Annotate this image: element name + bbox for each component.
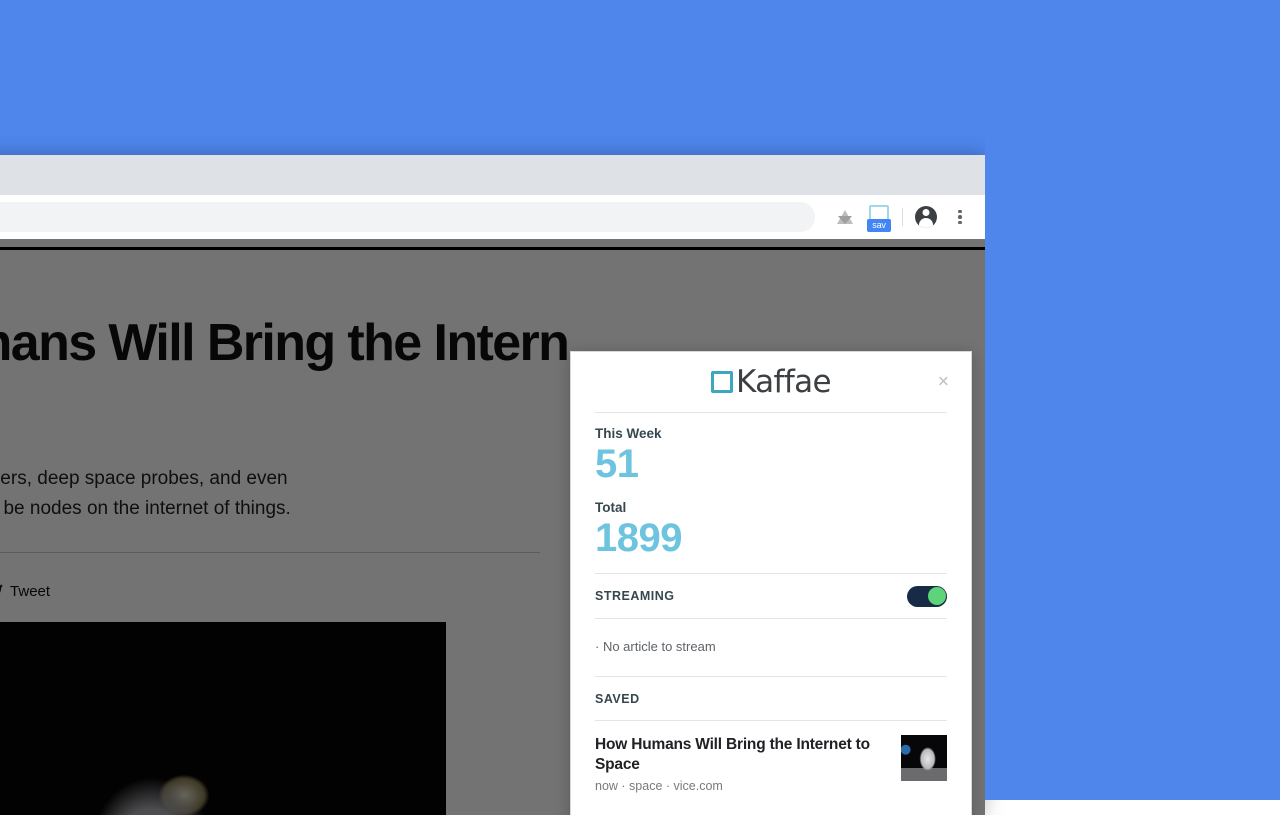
kaffae-extension-icon: sav	[866, 204, 892, 230]
dek-line-1: orbiters, rovers, deep space probes, and…	[0, 468, 288, 489]
article-dek: orbiters, rovers, deep space probes, and…	[0, 436, 540, 524]
toolbar-divider	[902, 208, 903, 226]
browser-tab-strip	[0, 155, 985, 195]
twitter-tweet-label: Tweet	[10, 583, 50, 600]
popup-header: Kaffae ×	[571, 352, 971, 412]
article-headline: Humans Will Bring the Interne	[0, 292, 620, 436]
toolbar-actions: sav	[828, 195, 977, 239]
saved-item-meta: now · space · vice.com	[595, 775, 887, 793]
saved-item-text: How Humans Will Bring the Internet to Sp…	[595, 735, 887, 793]
kaffae-logo-text: Kaffae	[736, 364, 831, 400]
streaming-row: STREAMING	[595, 574, 947, 618]
total-label: Total	[595, 487, 947, 515]
page-viewport: ARD Humans Will Bring the Interne orbite…	[0, 239, 985, 815]
saved-item-title: How Humans Will Bring the Internet to Sp…	[595, 735, 887, 775]
stats-block: This Week 51 Total 1899	[595, 413, 947, 573]
saved-section-label: SAVED	[595, 677, 947, 720]
browser-menu-button[interactable]	[943, 200, 977, 234]
list-item[interactable]: How Humans Will Bring the Internet to Sp…	[595, 721, 947, 803]
kaffae-logo-square-icon	[711, 371, 733, 393]
total-value: 1899	[595, 515, 947, 561]
article-hero-image	[0, 622, 446, 815]
streaming-toggle[interactable]	[907, 586, 947, 607]
omnibox-address-bar[interactable]	[0, 202, 815, 232]
kaffae-logo: Kaffae	[711, 364, 831, 400]
streaming-label: STREAMING	[595, 589, 675, 603]
kaffae-extension-button[interactable]: sav	[862, 200, 896, 234]
twitter-tweet-button[interactable]: Tweet	[0, 583, 50, 600]
desktop-right-area	[985, 0, 1280, 800]
stream-empty-message: · No article to stream	[595, 619, 947, 676]
close-icon[interactable]: ×	[938, 373, 949, 392]
extension-badge: sav	[867, 219, 891, 232]
drive-icon	[837, 210, 854, 225]
browser-window: sav ARD Humans Will Bring the Interne	[0, 155, 985, 815]
twitter-icon	[0, 584, 3, 599]
streaming-toggle-knob	[928, 587, 946, 605]
drive-button[interactable]	[828, 200, 862, 234]
dek-line-2: habitats will be nodes on the internet o…	[0, 498, 291, 519]
this-week-label: This Week	[595, 413, 947, 441]
three-dot-menu-icon	[958, 207, 962, 226]
list-item[interactable]: Here's what would happen if you tried to…	[595, 803, 947, 815]
kaffae-extension-popup: Kaffae × This Week 51 Total 1899 STREAMI…	[570, 351, 972, 815]
this-week-value: 51	[595, 441, 947, 487]
browser-toolbar: sav	[0, 195, 985, 239]
astronaut-moon-thumbnail	[901, 735, 947, 781]
profile-button[interactable]	[909, 200, 943, 234]
headline-line-1: Humans Will Bring the Intern	[0, 314, 568, 372]
site-brand: ARD	[0, 250, 947, 292]
browser-tab[interactable]	[0, 161, 40, 195]
profile-avatar-icon	[915, 206, 937, 228]
